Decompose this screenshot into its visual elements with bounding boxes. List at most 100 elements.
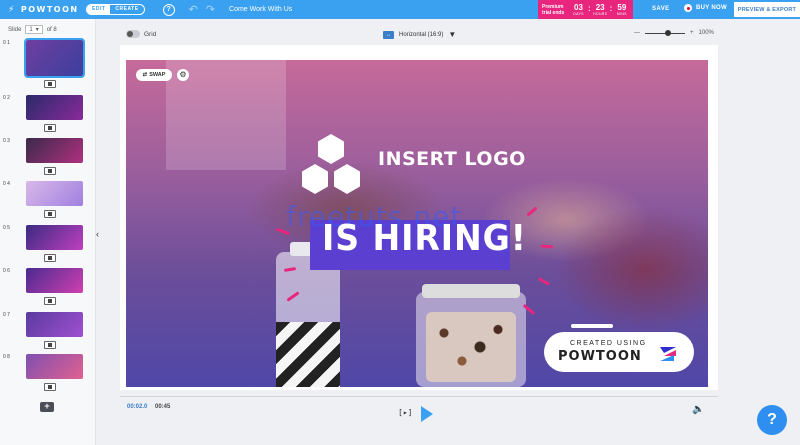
zoom-control: — + 100% xyxy=(634,29,714,36)
slide-thumbnail[interactable] xyxy=(26,354,83,379)
zoom-in-button[interactable]: + xyxy=(690,30,694,36)
buy-now-button[interactable]: BUY NOW xyxy=(684,4,727,12)
slide-thumbnail-row: 0 5 xyxy=(0,225,83,250)
total-time: 00:45 xyxy=(155,404,171,410)
top-bar: ⚡ POWTOON EDIT CREATE ? ↶ ↷ Come Work Wi… xyxy=(0,0,800,19)
transition-icon[interactable] xyxy=(44,124,56,132)
slide-thumbnail[interactable] xyxy=(26,225,83,250)
slide-thumbnail[interactable] xyxy=(24,38,85,78)
transition-icon[interactable] xyxy=(44,383,56,391)
grid-label: Grid xyxy=(144,30,157,38)
resize-icon: ↔ xyxy=(383,30,394,39)
playback-bar: 00:02.0 00:45 xyxy=(120,396,718,418)
slide-thumbnail[interactable] xyxy=(26,95,83,120)
slide-number: 0 2 xyxy=(3,95,10,101)
transition-icon[interactable] xyxy=(44,210,56,218)
slide-number: 0 6 xyxy=(3,268,10,274)
help-chat-button[interactable]: ? xyxy=(757,405,787,435)
created-using-label: CREATED USING xyxy=(570,340,647,347)
zoom-slider-handle[interactable] xyxy=(665,29,671,36)
powtoon-mark-icon xyxy=(660,347,676,361)
slide-thumbnail-row: 0 8 xyxy=(0,354,83,379)
burst-line xyxy=(540,244,554,249)
redo-icon[interactable]: ↷ xyxy=(206,3,215,16)
slide-selector: Slide 1 ▾ of 8 xyxy=(0,19,95,34)
preview-export-button[interactable]: PREVIEW & EXPORT xyxy=(734,2,800,17)
powtoon-brand-label: POWTOON xyxy=(558,349,642,364)
transition-icon[interactable] xyxy=(44,341,56,349)
save-button[interactable]: SAVE xyxy=(652,6,670,12)
slide-thumbnail-row: 0 3 xyxy=(0,138,83,163)
credit-accent-line xyxy=(571,324,613,328)
gear-icon[interactable]: ⚙ xyxy=(177,69,189,81)
headline-text[interactable]: IS HIRING! xyxy=(322,218,527,259)
step-play-icon[interactable]: [▸] xyxy=(398,408,412,417)
countdown-mins: 59 MINS xyxy=(616,3,627,16)
slide-number: 0 5 xyxy=(3,225,10,231)
insert-logo-text[interactable]: INSERT LOGO xyxy=(378,148,526,170)
created-using-badge[interactable]: CREATED USING POWTOON xyxy=(544,332,694,372)
countdown-days: 03 DAYS xyxy=(573,3,584,16)
hexagon-logo-placeholder[interactable] xyxy=(296,132,366,198)
burst-line xyxy=(538,277,550,286)
slide-canvas[interactable]: ⇄ SWAP ⚙ INSERT LOGO freetuts.net IS HIR… xyxy=(126,60,708,387)
transition-icon[interactable] xyxy=(44,167,56,175)
zoom-out-button[interactable]: — xyxy=(634,30,640,36)
buy-now-label: BUY NOW xyxy=(696,5,727,11)
create-mode-button[interactable]: CREATE xyxy=(110,5,143,14)
trial-countdown-banner[interactable]: Premium trial ends 03 DAYS : 23 HOURS : … xyxy=(538,0,633,19)
orientation-selector[interactable]: ↔ Horizontal (16:9) ▼ xyxy=(383,30,456,39)
zoom-level: 100% xyxy=(698,30,714,36)
collapse-panel-icon[interactable]: ‹ xyxy=(96,229,99,239)
transition-icon[interactable] xyxy=(44,80,56,88)
volume-icon[interactable]: 🔈 xyxy=(692,404,704,415)
logo-text: POWTOON xyxy=(20,5,79,14)
caret-down-icon: ▼ xyxy=(448,30,457,39)
slide-thumbnail[interactable] xyxy=(26,181,83,206)
nut-jar-image xyxy=(416,284,526,387)
slide-thumbnail-row: 0 6 xyxy=(0,268,83,293)
slide-number: 0 1 xyxy=(3,40,10,46)
countdown: 03 DAYS : 23 HOURS : 59 MINS xyxy=(570,3,630,16)
buy-now-icon xyxy=(684,4,692,12)
timeline-track[interactable] xyxy=(120,396,718,397)
undo-icon[interactable]: ↶ xyxy=(189,3,198,16)
grid-toggle[interactable]: Grid xyxy=(126,30,156,38)
slide-thumbnail[interactable] xyxy=(26,312,83,337)
transition-icon[interactable] xyxy=(44,254,56,262)
transition-icon[interactable] xyxy=(44,297,56,305)
water-bottle-image xyxy=(276,242,340,387)
slide-thumbnail-row: 0 7 xyxy=(0,312,83,337)
countdown-hours: 23 HOURS xyxy=(593,3,608,16)
slide-count: of 8 xyxy=(46,26,57,33)
slide-thumbnail-row: 0 4 xyxy=(0,181,83,206)
powtoon-logo[interactable]: ⚡ POWTOON xyxy=(8,5,86,15)
slide-thumbnail-row: 0 1 xyxy=(0,38,85,78)
slide-thumbnail[interactable] xyxy=(26,138,83,163)
slide-thumbnail-row: 0 2 xyxy=(0,95,83,120)
orientation-label: Horizontal (16:9) xyxy=(399,31,444,38)
stage: ⇄ SWAP ⚙ INSERT LOGO freetuts.net IS HIR… xyxy=(120,45,718,390)
current-time: 00:02.0 xyxy=(127,404,148,410)
burst-line xyxy=(526,206,538,217)
trial-label: Premium trial ends xyxy=(542,3,565,16)
slide-number-dropdown[interactable]: 1 ▾ xyxy=(25,25,43,34)
toggle-switch-icon[interactable] xyxy=(126,30,140,38)
swap-icon: ⇄ xyxy=(142,72,148,78)
slide-thumbnail[interactable] xyxy=(26,268,83,293)
play-icon[interactable] xyxy=(421,406,433,422)
chevron-down-icon: ▾ xyxy=(35,27,39,33)
slide-number: 0 8 xyxy=(3,354,10,360)
document-title[interactable]: Come Work With Us xyxy=(229,6,292,13)
mode-switch[interactable]: EDIT CREATE xyxy=(86,4,145,15)
powtoon-logo-icon: ⚡ xyxy=(8,4,16,15)
history-controls: ↶ ↷ xyxy=(189,3,215,16)
edit-mode-button[interactable]: EDIT xyxy=(87,5,111,14)
slide-number: 0 3 xyxy=(3,138,10,144)
help-icon[interactable]: ? xyxy=(162,3,175,16)
zoom-slider[interactable] xyxy=(645,29,685,36)
add-slide-button[interactable]: + xyxy=(40,402,54,412)
slide-number: 0 4 xyxy=(3,181,10,187)
slide-number: 0 7 xyxy=(3,312,10,318)
swap-button[interactable]: ⇄ SWAP xyxy=(136,69,172,81)
